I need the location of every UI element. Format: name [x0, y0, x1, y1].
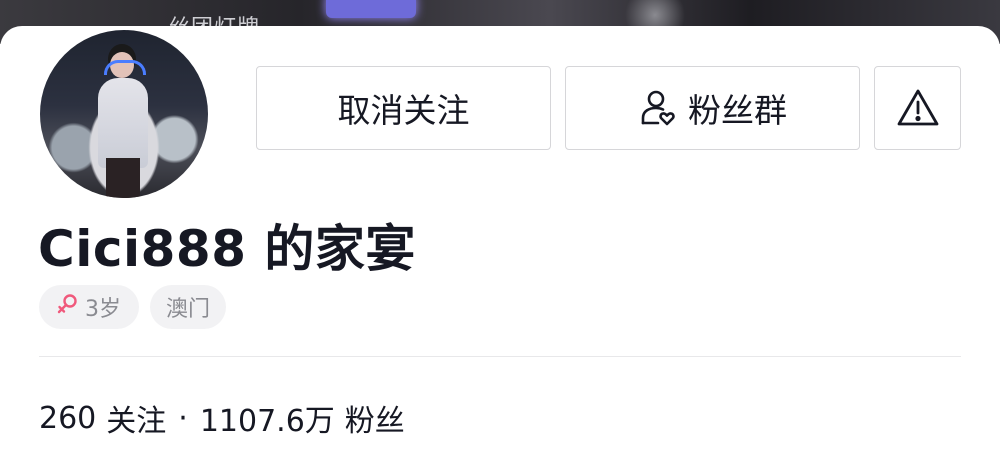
report-button[interactable] [874, 66, 961, 150]
follow-stats: 260 关注 · 1107.6万 粉丝 [39, 396, 405, 440]
followers-label[interactable]: 粉丝 [345, 396, 405, 440]
profile-nickname: Cici888 的家宴 [38, 220, 416, 278]
following-count[interactable]: 260 [39, 401, 96, 436]
age-label: 3岁 [85, 297, 121, 322]
cover-sign [326, 0, 416, 18]
unfollow-label: 取消关注 [337, 91, 470, 130]
following-label[interactable]: 关注 [106, 396, 166, 440]
warning-triangle-icon [896, 88, 940, 128]
fans-group-icon [638, 88, 678, 128]
region-label: 澳门 [165, 297, 210, 322]
avatar[interactable] [40, 30, 208, 198]
unfollow-button[interactable]: 取消关注 [256, 66, 551, 150]
followers-count[interactable]: 1107.6万 [200, 396, 335, 440]
female-icon [55, 292, 79, 322]
fans-group-button[interactable]: 粉丝群 [565, 66, 860, 150]
profile-card: 取消关注 粉丝群 Cici888 的家宴 3岁 澳门 260 关注 · 1107… [0, 26, 1000, 456]
fans-group-label: 粉丝群 [688, 91, 787, 130]
divider [39, 356, 961, 357]
region-tag: 澳门 [150, 285, 226, 329]
age-tag: 3岁 [39, 285, 139, 329]
stats-separator: · [178, 400, 188, 436]
